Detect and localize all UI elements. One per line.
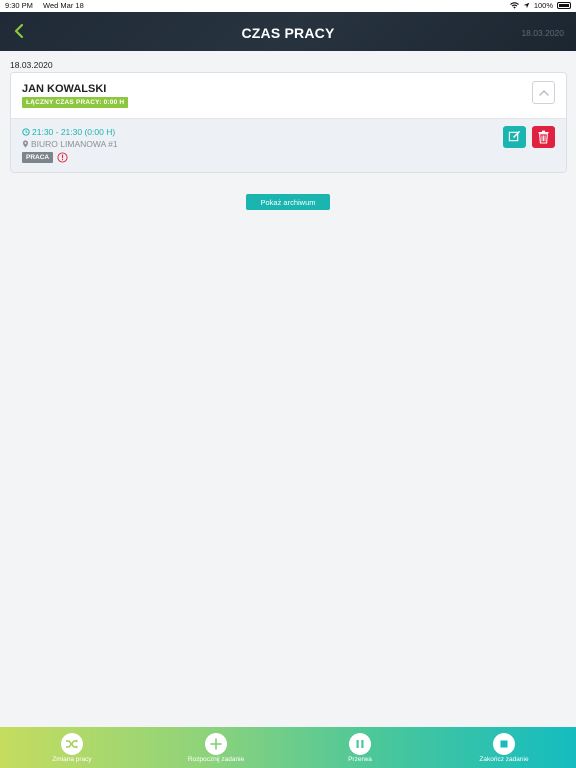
- entry-time: 21:30 - 21:30 (0:00 H): [32, 127, 116, 137]
- tab-label: Zakończ zadanie: [479, 756, 529, 763]
- tab-break[interactable]: Przerwa: [288, 727, 432, 768]
- collapse-button[interactable]: [532, 81, 555, 104]
- entry-time-row: 21:30 - 21:30 (0:00 H): [22, 127, 115, 137]
- tab-end-task[interactable]: Zakończ zadanie: [432, 727, 576, 768]
- entry-type-badge: PRACA: [22, 152, 54, 163]
- tab-label: Zmiana pracy: [52, 756, 92, 763]
- battery-percent: 100%: [533, 1, 553, 10]
- battery-icon: [557, 2, 571, 9]
- tab-change-work[interactable]: Zmiana pracy: [0, 727, 144, 768]
- tab-icon-circle: [61, 733, 83, 755]
- delete-entry-button[interactable]: [532, 126, 555, 148]
- page-title: CZAS PRACY: [241, 25, 335, 41]
- pause-icon: [356, 740, 364, 748]
- bottom-tab-bar: Zmiana pracy Rozpocznij zadanie Przerwa …: [0, 727, 576, 768]
- edit-entry-button[interactable]: [503, 126, 526, 148]
- tab-icon-circle: [493, 733, 515, 755]
- total-time-badge: ŁĄCZNY CZAS PRACY: 0:00 H: [22, 97, 129, 108]
- plus-icon: [210, 738, 222, 750]
- clock-icon: [22, 128, 30, 136]
- location-arrow-icon: [523, 2, 530, 9]
- edit-icon: [508, 130, 521, 142]
- work-entry: 21:30 - 21:30 (0:00 H) BIURO LIMANOWA #1…: [11, 118, 566, 172]
- entry-location: BIURO LIMANOWA #1: [31, 139, 118, 149]
- header-date: 18.03.2020: [521, 28, 564, 38]
- entry-location-row: BIURO LIMANOWA #1: [22, 139, 118, 149]
- employee-card: JAN KOWALSKI ŁĄCZNY CZAS PRACY: 0:00 H 2…: [10, 72, 567, 173]
- tab-label: Rozpocznij zadanie: [187, 756, 245, 763]
- status-time: 9:30 PM: [5, 1, 33, 10]
- map-pin-icon: [22, 140, 29, 148]
- wifi-icon: [509, 2, 519, 9]
- stop-icon: [500, 740, 508, 748]
- shuffle-icon: [66, 739, 78, 749]
- chevron-up-icon: [539, 90, 549, 96]
- trash-icon: [538, 130, 549, 144]
- employee-name: JAN KOWALSKI: [22, 83, 107, 95]
- navigation-bar: CZAS PRACY 18.03.2020: [0, 12, 576, 51]
- tab-icon-circle: [205, 733, 227, 755]
- tab-label: Przerwa: [348, 756, 372, 763]
- show-archive-button[interactable]: Pokaż archiwum: [246, 194, 330, 210]
- day-date: 18.03.2020: [10, 60, 53, 70]
- warning-icon[interactable]: [57, 152, 68, 163]
- status-date: Wed Mar 18: [43, 1, 84, 10]
- employee-card-header: JAN KOWALSKI ŁĄCZNY CZAS PRACY: 0:00 H: [11, 73, 566, 118]
- tab-start-task[interactable]: Rozpocznij zadanie: [144, 727, 288, 768]
- tab-icon-circle: [349, 733, 371, 755]
- status-bar: 9:30 PM Wed Mar 18 100%: [0, 0, 576, 12]
